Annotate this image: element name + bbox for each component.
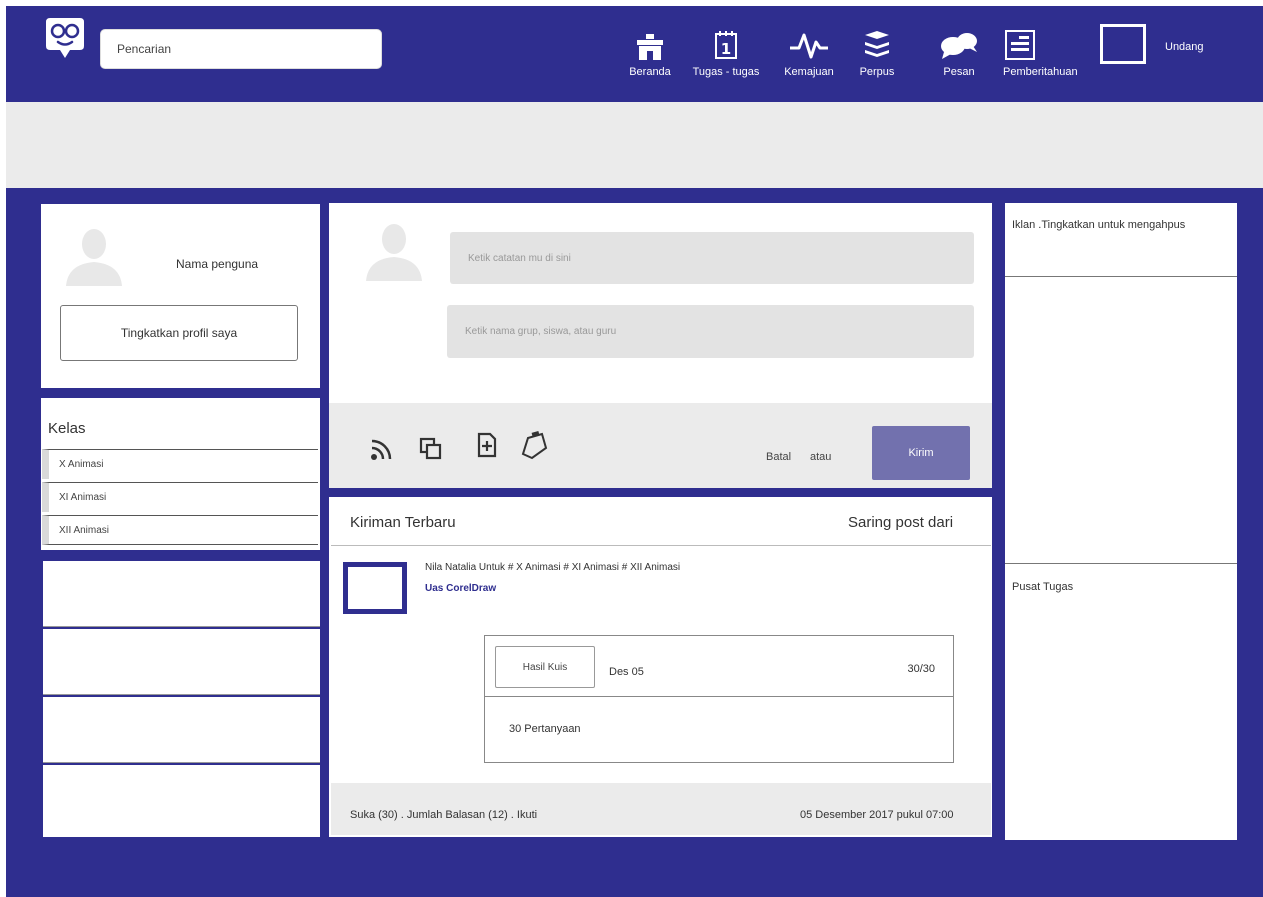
recipient-input[interactable]: Ketik nama grup, siswa, atau guru bbox=[447, 305, 974, 358]
nav-label: Beranda bbox=[629, 66, 671, 78]
upgrade-profile-button[interactable]: Tingkatkan profil saya bbox=[60, 305, 298, 361]
or-label: atau bbox=[810, 451, 832, 463]
blank-card bbox=[43, 765, 320, 837]
divider bbox=[331, 545, 991, 546]
notification-icon bbox=[1005, 30, 1035, 60]
avatar-icon bbox=[66, 229, 122, 286]
nav-beranda[interactable]: Beranda bbox=[620, 22, 680, 78]
quiz-date: Des 05 bbox=[609, 666, 644, 678]
copy-icon[interactable] bbox=[418, 436, 444, 462]
nav-label: Tugas - tugas bbox=[692, 66, 760, 78]
invite-box[interactable] bbox=[1100, 24, 1146, 64]
books-icon bbox=[865, 31, 889, 57]
divider bbox=[1005, 563, 1237, 564]
divider bbox=[485, 696, 953, 697]
school-icon bbox=[637, 34, 663, 60]
ad-label[interactable]: Iklan .Tingkatkan untuk mengahpus bbox=[1012, 219, 1185, 231]
post-subject[interactable]: Uas CorelDraw bbox=[425, 583, 496, 594]
nav-label: Pesan bbox=[943, 66, 975, 78]
cancel-link[interactable]: Batal bbox=[766, 451, 791, 463]
post-meta[interactable]: Nila Natalia Untuk # X Animasi # XI Anim… bbox=[425, 562, 680, 573]
nav-label: Pemberitahuan bbox=[1003, 66, 1078, 78]
rss-icon[interactable] bbox=[369, 436, 395, 462]
class-item[interactable]: X Animasi bbox=[42, 449, 318, 479]
class-item[interactable]: XI Animasi bbox=[42, 482, 318, 512]
note-input[interactable]: Ketik catatan mu di sini bbox=[450, 232, 974, 284]
quiz-results-button[interactable]: Hasil Kuis bbox=[495, 646, 595, 688]
class-item[interactable]: XII Animasi bbox=[42, 515, 318, 545]
divider bbox=[1005, 276, 1237, 277]
task-center-title[interactable]: Pusat Tugas bbox=[1012, 581, 1073, 593]
quiz-score: 30/30 bbox=[907, 663, 935, 675]
profile-name: Nama penguna bbox=[176, 257, 259, 271]
svg-text:1: 1 bbox=[721, 40, 731, 58]
quiz-questions: 30 Pertanyaan bbox=[509, 723, 581, 735]
banner-area bbox=[6, 102, 1263, 188]
nav-kemajuan[interactable]: Kemajuan bbox=[774, 22, 844, 78]
quiz-card: Hasil Kuis Des 05 30/30 30 Pertanyaan bbox=[484, 635, 954, 763]
feed-title: Kiriman Terbaru bbox=[350, 514, 456, 531]
nav-pemberitahuan[interactable]: Pemberitahuan bbox=[1003, 22, 1093, 78]
logo-icon[interactable] bbox=[42, 16, 88, 62]
file-add-icon[interactable] bbox=[474, 432, 500, 458]
nav-pesan[interactable]: Pesan bbox=[937, 22, 981, 78]
clipboard-pen-icon[interactable] bbox=[520, 430, 550, 460]
nav-perpus[interactable]: Perpus bbox=[852, 22, 902, 78]
nav-label: Perpus bbox=[859, 66, 895, 78]
post-timestamp: 05 Desember 2017 pukul 07:00 bbox=[800, 809, 954, 821]
blank-card bbox=[43, 561, 320, 627]
nav-label: Kemajuan bbox=[784, 66, 834, 78]
calendar-icon: 1 bbox=[715, 31, 737, 59]
blank-card bbox=[43, 629, 320, 695]
search-input[interactable]: Pencarian bbox=[100, 29, 382, 69]
post-actions[interactable]: Suka (30) . Jumlah Balasan (12) . Ikuti bbox=[350, 809, 537, 821]
avatar-icon bbox=[366, 224, 422, 281]
blank-card bbox=[43, 697, 320, 763]
invite-link[interactable]: Undang bbox=[1165, 41, 1204, 53]
classes-title: Kelas bbox=[48, 420, 86, 437]
post-thumbnail[interactable] bbox=[343, 562, 407, 614]
nav-tugas[interactable]: 1 Tugas - tugas bbox=[683, 22, 769, 78]
right-sidebar bbox=[1005, 203, 1237, 840]
send-button[interactable]: Kirim bbox=[872, 426, 970, 480]
pulse-icon bbox=[790, 33, 828, 59]
feed-filter-dropdown[interactable]: Saring post dari bbox=[848, 514, 953, 531]
chat-bubbles-icon bbox=[941, 33, 977, 59]
